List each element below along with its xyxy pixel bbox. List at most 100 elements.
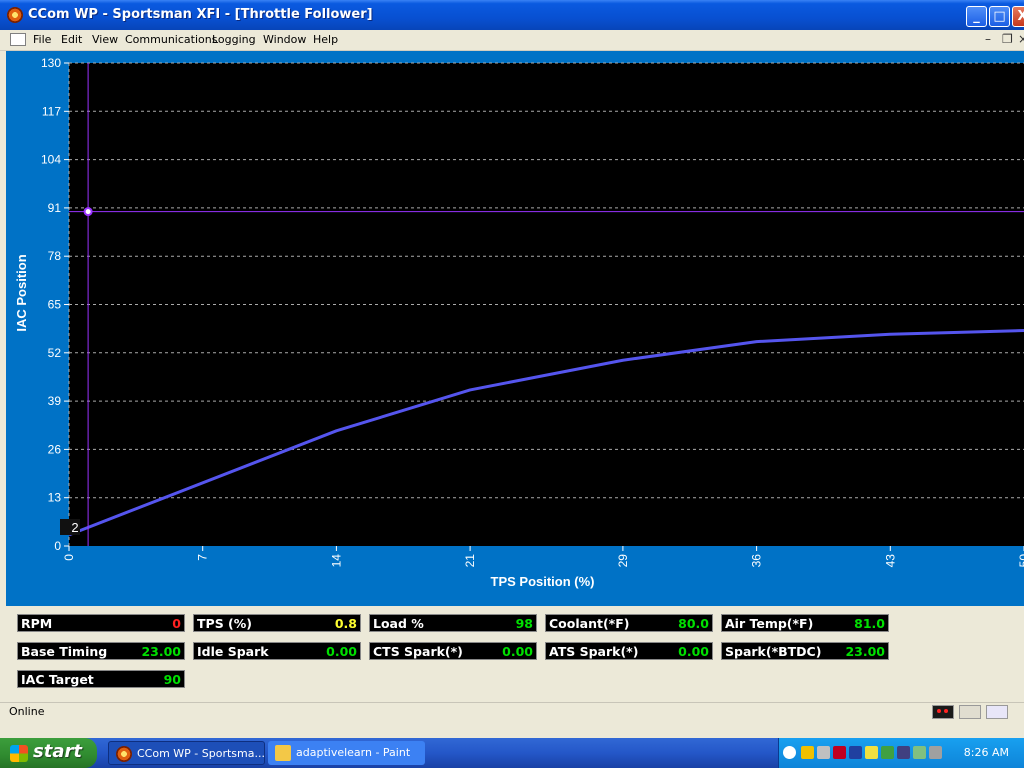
gauge-tps: TPS (%) 0.8: [193, 614, 361, 632]
gauge-value: 98: [515, 616, 533, 631]
taskbar-item-paint[interactable]: adaptivelearn - Paint: [268, 741, 425, 765]
gauge-idle-spark: Idle Spark 0.00: [193, 642, 361, 660]
gauge-label: Air Temp(*F): [725, 616, 814, 631]
gauge-value: 0.00: [678, 644, 709, 659]
record-indicator-icon[interactable]: [932, 705, 954, 719]
x-tick-label: 43: [883, 554, 897, 568]
gauge-label: CTS Spark(*): [373, 644, 463, 659]
gauge-value: 0.00: [502, 644, 533, 659]
gauge-base-timing: Base Timing 23.00: [17, 642, 185, 660]
gauge-iac-target: IAC Target 90: [17, 670, 185, 688]
chart-panel: 0 13 26 39 52 65 78 91 104 117 130 0 7 14 21 29 36 43 50 2…: [6, 51, 1024, 606]
gauge-label: Load %: [373, 616, 424, 631]
ccom-icon: [116, 746, 132, 762]
battery-icon[interactable]: [897, 746, 910, 759]
y-axis-label: IAC Position: [14, 254, 29, 331]
gauge-rpm: RPM 0: [17, 614, 185, 632]
x-tick-label: 14: [329, 554, 343, 568]
maximize-button[interactable]: □: [989, 6, 1010, 27]
gauge-label: IAC Target: [21, 672, 94, 687]
y-tick-label: 78: [48, 249, 62, 263]
menu-bar: File Edit View Communications Logging Wi…: [0, 30, 1024, 51]
start-label: start: [33, 741, 82, 762]
tray-app-icon[interactable]: [881, 746, 894, 759]
network-disconnected-icon[interactable]: [833, 746, 846, 759]
y-tick-label: 104: [41, 153, 61, 167]
menu-communications[interactable]: Communications: [125, 33, 217, 46]
y-tick-label: 13: [48, 491, 62, 505]
mdi-close-button[interactable]: ×: [1018, 32, 1024, 46]
search-icon[interactable]: [849, 746, 862, 759]
gauge-label: Idle Spark: [197, 644, 269, 659]
menu-window[interactable]: Window: [263, 33, 306, 46]
y-tick-label: 117: [42, 104, 61, 118]
x-tick-label: 50: [1017, 554, 1024, 568]
gauge-label: TPS (%): [197, 616, 252, 631]
menu-logging[interactable]: Logging: [212, 33, 256, 46]
gauge-value: 23.00: [845, 644, 885, 659]
close-button[interactable]: X: [1012, 6, 1024, 27]
gauge-ats-spark: ATS Spark(*) 0.00: [545, 642, 713, 660]
y-tick-label: 26: [48, 442, 62, 456]
x-tick-label: 29: [616, 554, 630, 568]
tray-app-icon[interactable]: [913, 746, 926, 759]
gauge-cts-spark: CTS Spark(*) 0.00: [369, 642, 537, 660]
menu-edit[interactable]: Edit: [61, 33, 82, 46]
taskbar-item-ccom[interactable]: CCom WP - Sportsma...: [108, 741, 265, 765]
start-button[interactable]: start: [0, 738, 97, 768]
y-tick-label: 39: [48, 394, 62, 408]
x-tick-label: 21: [463, 554, 477, 568]
task-label: CCom WP - Sportsma...: [137, 747, 265, 760]
mdi-restore-button[interactable]: ❐: [1002, 32, 1013, 46]
y-tick-label: 65: [48, 298, 62, 312]
window-title: CCom WP - Sportsman XFI - [Throttle Foll…: [28, 7, 373, 22]
system-tray: 8:26 AM: [778, 738, 1024, 768]
gauge-label: Coolant(*F): [549, 616, 630, 631]
document-icon[interactable]: [10, 33, 26, 46]
menu-view[interactable]: View: [92, 33, 118, 46]
gauge-value: 90: [163, 672, 181, 687]
gauge-panel: RPM 0 TPS (%) 0.8 Load % 98 Coolant(*F) …: [6, 606, 1024, 702]
display-icon[interactable]: [929, 746, 942, 759]
gauge-label: Base Timing: [21, 644, 108, 659]
throttle-follower-chart[interactable]: 0 13 26 39 52 65 78 91 104 117 130 0 7 14 21 29 36 43 50 2…: [6, 51, 1024, 606]
gauge-value: 0: [172, 616, 181, 631]
data-stream-icon[interactable]: [986, 705, 1008, 719]
gauge-load: Load % 98: [369, 614, 537, 632]
y-tick-label: 130: [41, 56, 61, 70]
menu-help[interactable]: Help: [313, 33, 338, 46]
gauge-label: Spark(*BTDC): [725, 644, 822, 659]
mdi-minimize-button[interactable]: –: [985, 32, 991, 46]
ccom-app-icon[interactable]: [7, 7, 23, 23]
x-axis-label: TPS Position (%): [491, 574, 595, 589]
windows-logo-icon: [10, 745, 28, 762]
tray-expand-icon[interactable]: [783, 746, 796, 759]
connection-plug-icon[interactable]: [959, 705, 981, 719]
title-bar[interactable]: CCom WP - Sportsman XFI - [Throttle Foll…: [0, 0, 1024, 30]
gauge-value: 80.0: [678, 616, 709, 631]
taskbar: start CCom WP - Sportsma... adaptivelear…: [0, 738, 1024, 768]
y-tick-label: 0: [54, 539, 61, 553]
x-tick-label: 36: [750, 554, 764, 568]
cursor-handle: [83, 207, 93, 217]
menu-file[interactable]: File: [33, 33, 51, 46]
gauge-value: 81.0: [854, 616, 885, 631]
star-icon[interactable]: [865, 746, 878, 759]
y-tick-label: 91: [48, 201, 62, 215]
gauge-value: 0.00: [326, 644, 357, 659]
y-tick-label: 52: [48, 346, 62, 360]
minimize-button[interactable]: _: [966, 6, 987, 27]
paint-icon: [275, 745, 291, 761]
gauge-label: RPM: [21, 616, 53, 631]
gauge-spark-btdc: Spark(*BTDC) 23.00: [721, 642, 889, 660]
x-tick-label: 0: [62, 554, 76, 561]
x-tick-label: 7: [196, 554, 210, 561]
gauge-label: ATS Spark(*): [549, 644, 639, 659]
point-label: 2: [71, 520, 78, 535]
status-bar: Online: [0, 702, 1024, 723]
network-icon[interactable]: [817, 746, 830, 759]
connection-status: Online: [9, 705, 45, 718]
clock: 8:26 AM: [963, 746, 1009, 759]
security-shield-icon[interactable]: [801, 746, 814, 759]
gauge-value: 0.8: [334, 616, 357, 631]
